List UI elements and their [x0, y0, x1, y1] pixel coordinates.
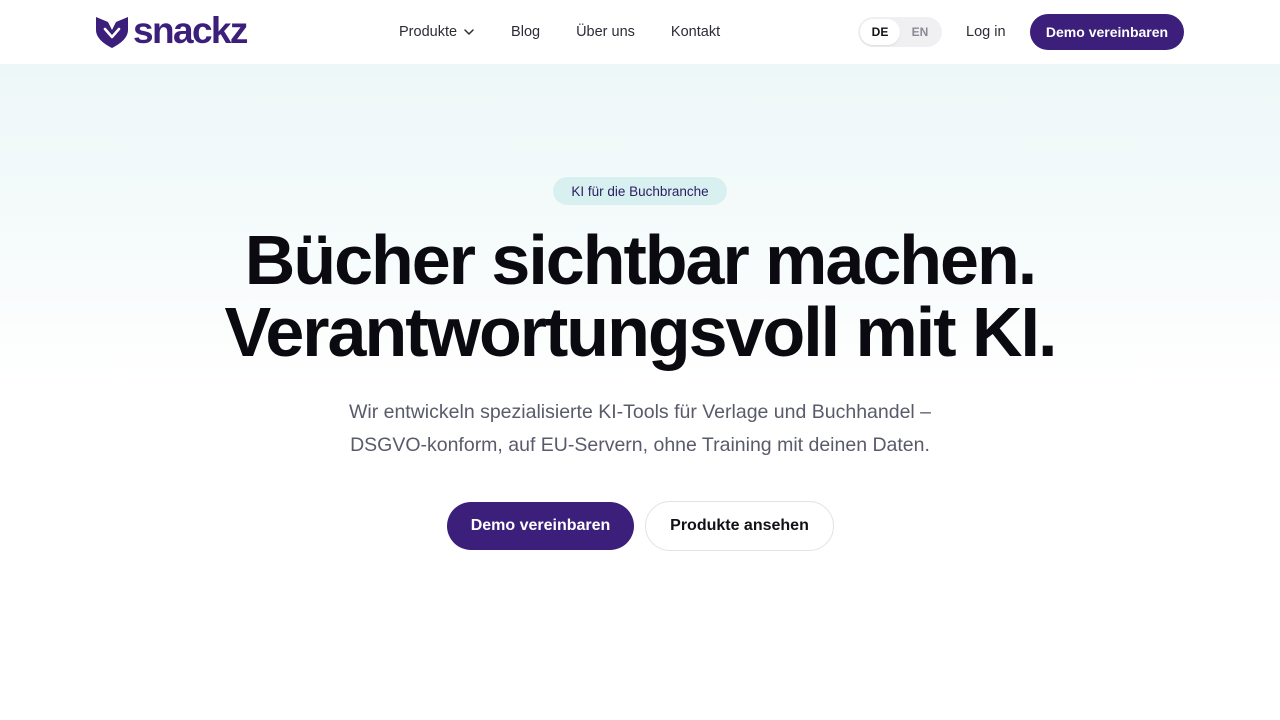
subline-line-2: DSGVO-konform, auf EU-Servern, ohne Trai… [350, 434, 930, 456]
chevron-down-icon [464, 29, 474, 35]
main-nav: Produkte Blog Über uns Kontakt [399, 0, 720, 64]
nav-item-blog[interactable]: Blog [511, 24, 540, 40]
hero-demo-button[interactable]: Demo vereinbaren [447, 502, 634, 550]
nav-item-kontakt[interactable]: Kontakt [671, 24, 720, 40]
landing-page: snackz Produkte Blog Über uns Kontakt DE… [0, 0, 1280, 720]
hero-section: KI für die Buchbranche Bücher sichtbar m… [0, 64, 1280, 720]
nav-item-produkte[interactable]: Produkte [399, 24, 475, 40]
logo-wordmark: snackz [133, 9, 248, 51]
headline-line-1: Bücher sichtbar machen. [244, 221, 1037, 299]
heart-shield-logo-icon [96, 17, 128, 48]
logo-link[interactable]: snackz [95, 9, 248, 51]
site-header: snackz Produkte Blog Über uns Kontakt DE… [0, 0, 1280, 64]
hero-headline: Bücher sichtbar machen. Verantwortungsvo… [0, 224, 1280, 368]
nav-item-ueber-uns[interactable]: Über uns [576, 24, 635, 40]
hero-products-button[interactable]: Produkte ansehen [645, 501, 834, 551]
language-en-button[interactable]: EN [900, 19, 940, 45]
subline-line-1: Wir entwickeln spezialisierte KI-Tools f… [348, 401, 932, 423]
hero-badge: KI für die Buchbranche [553, 177, 727, 205]
language-toggle: DE EN [858, 17, 942, 47]
header-demo-button[interactable]: Demo vereinbaren [1030, 14, 1184, 50]
hero-subline: Wir entwickeln spezialisierte KI-Tools f… [0, 396, 1280, 462]
nav-item-label: Produkte [399, 24, 458, 40]
login-link[interactable]: Log in [966, 0, 1006, 64]
headline-line-2: Verantwortungsvoll mit KI. [224, 293, 1058, 371]
language-de-button[interactable]: DE [860, 19, 900, 45]
